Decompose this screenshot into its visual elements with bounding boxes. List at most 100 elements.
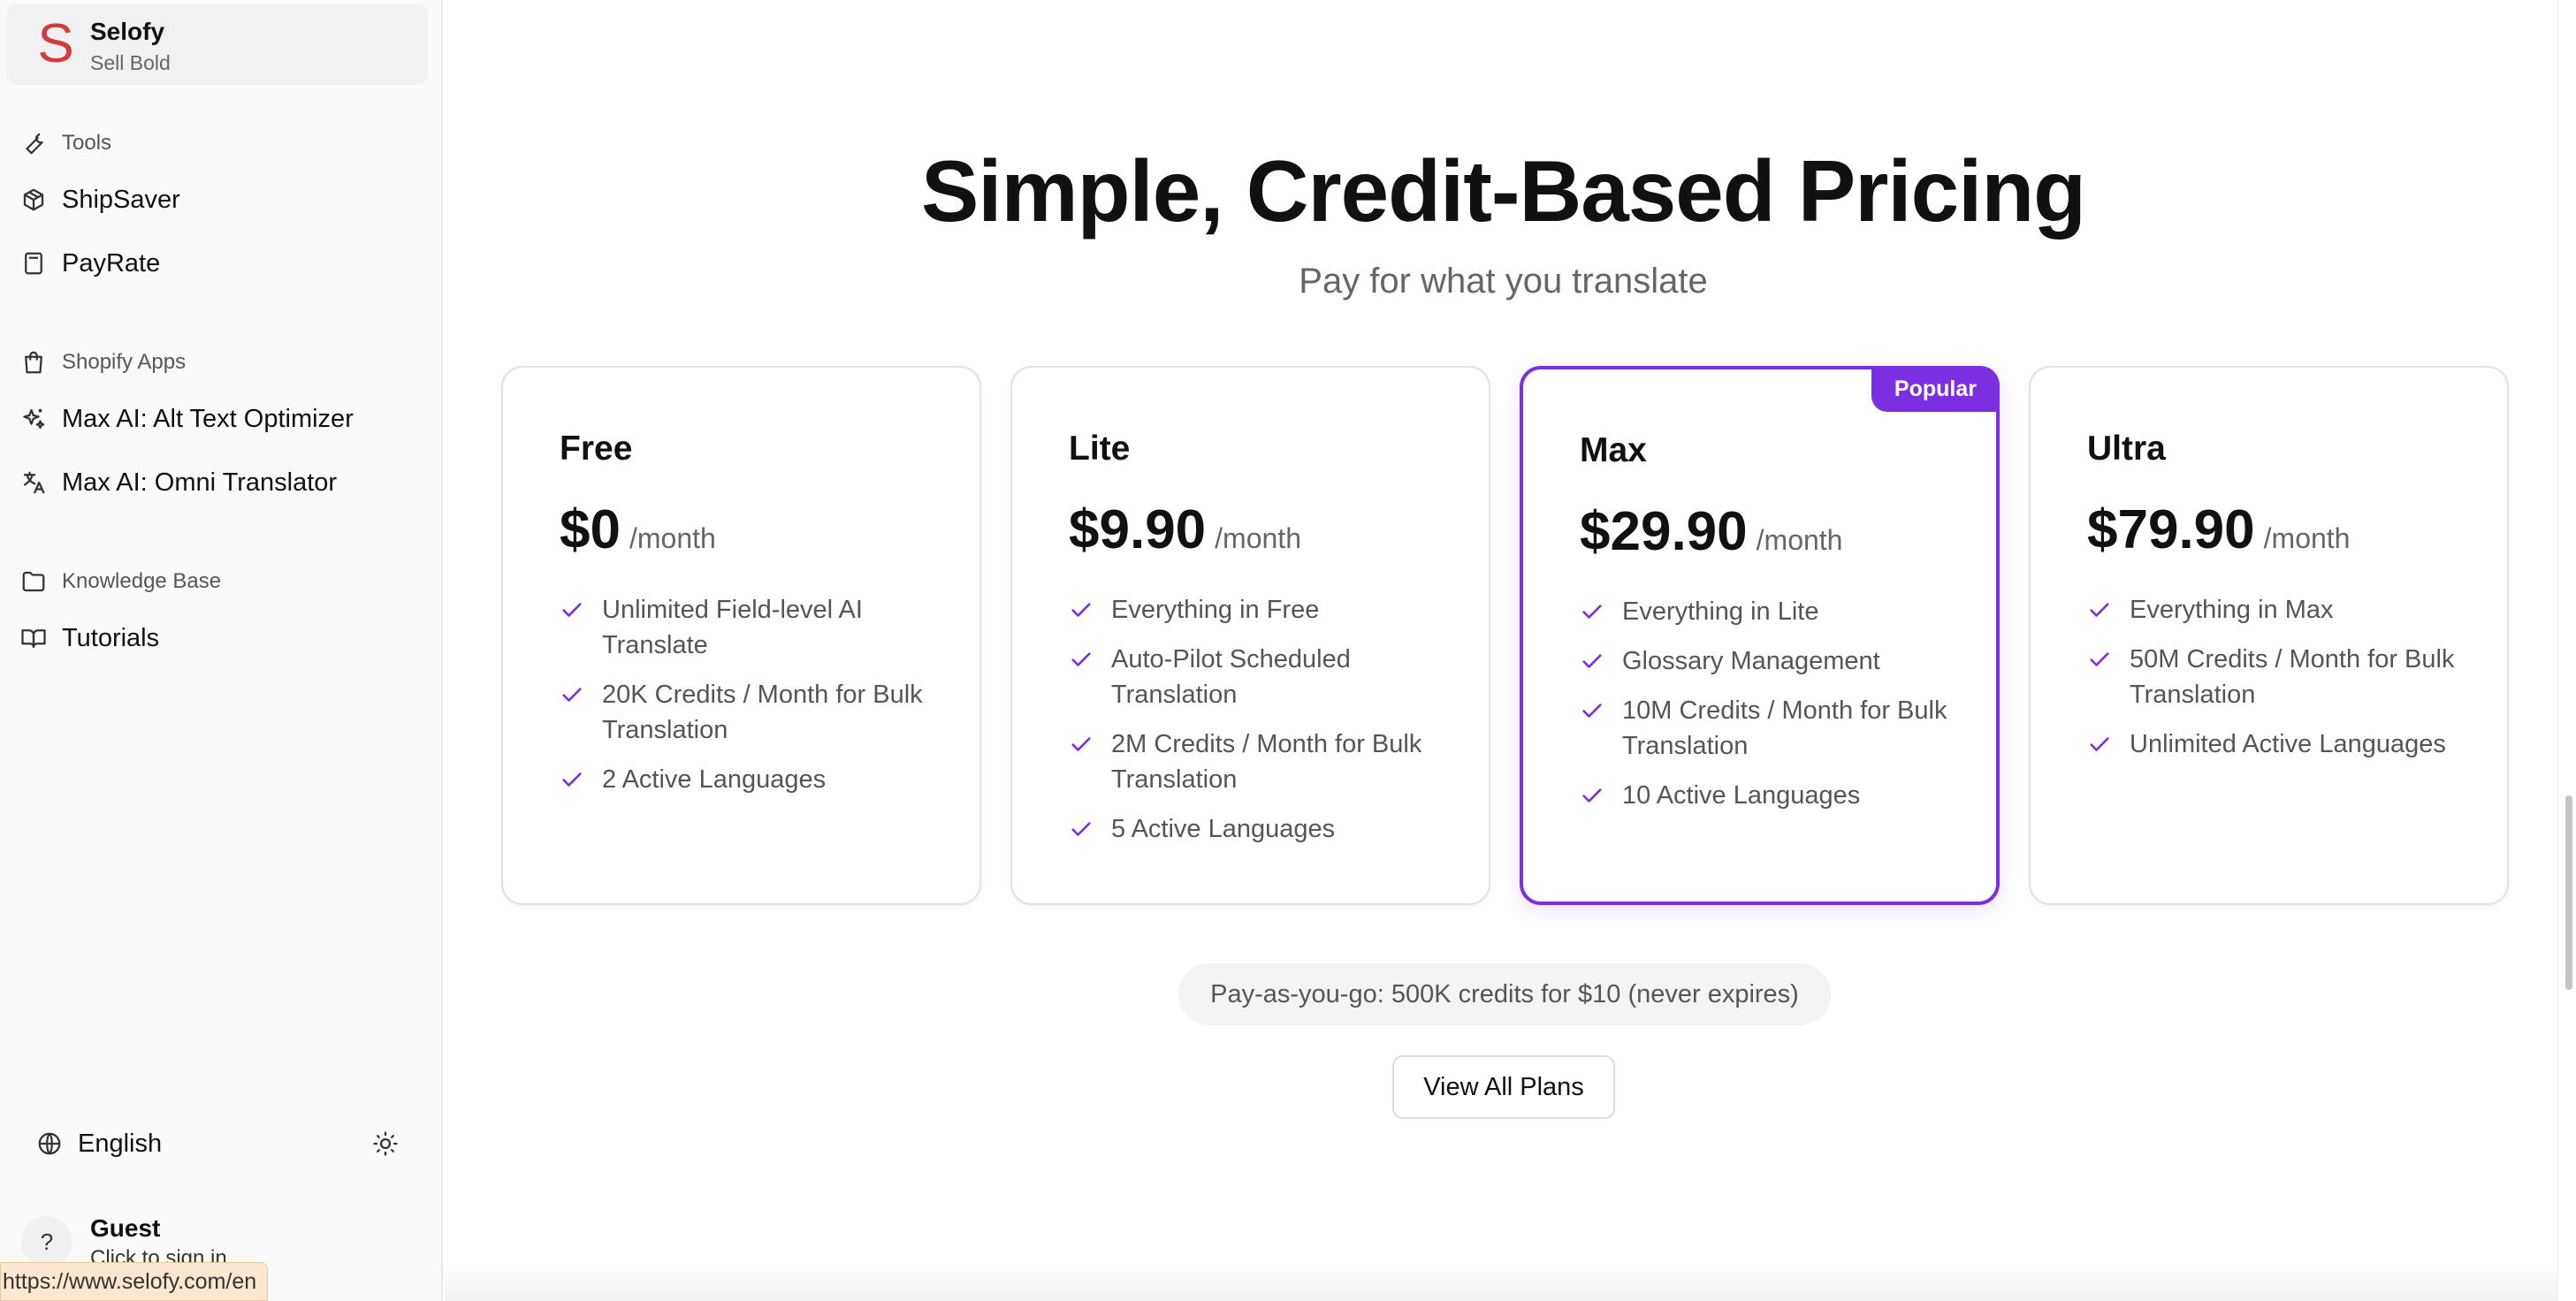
feature-text: Auto-Pilot Scheduled Translation: [1111, 645, 1351, 709]
plan-price: $0: [560, 499, 621, 560]
brand-tagline: Sell Bold: [90, 51, 171, 74]
feature-text: Unlimited Field-level AI Translate: [602, 596, 863, 659]
pay-as-you-go-note: Pay-as-you-go: 500K credits for $10 (nev…: [1178, 963, 1831, 1025]
feature-item: Everything in Max: [2087, 592, 2476, 628]
check-icon: [1580, 693, 1606, 728]
globe-icon: [35, 1130, 64, 1158]
feature-text: Everything in Max: [2130, 596, 2334, 624]
plan-price: $79.90: [2087, 499, 2255, 560]
feature-item: Unlimited Active Languages: [2087, 727, 2476, 762]
shopping-bag-icon: [19, 348, 48, 377]
plan-name: Ultra: [2087, 430, 2166, 468]
feature-text: Everything in Free: [1111, 596, 1320, 624]
brand-switcher[interactable]: S Selofy Sell Bold: [7, 4, 428, 85]
feature-item: Auto-Pilot Scheduled Translation: [1069, 642, 1458, 712]
check-icon: [1580, 778, 1606, 813]
feature-item: Glossary Management: [1580, 643, 1969, 679]
section-knowledge-base-label: Knowledge Base: [62, 569, 222, 593]
brand-logo: S: [37, 13, 74, 74]
feature-text: 2 Active Languages: [602, 765, 827, 794]
feature-text: Everything in Lite: [1622, 597, 1819, 626]
plan-name: Free: [560, 430, 633, 468]
popular-badge: Popular: [1871, 366, 2000, 412]
link-preview-status: https://www.selofy.com/en: [0, 1262, 269, 1301]
check-icon: [1069, 727, 1095, 762]
feature-item: 5 Active Languages: [1069, 811, 1458, 847]
feature-item: 2M Credits / Month for Bulk Translation: [1069, 727, 1458, 797]
feature-text: Glossary Management: [1622, 647, 1880, 675]
book-icon: [19, 624, 48, 652]
brand-name: Selofy: [90, 18, 165, 45]
plan-period: /month: [2263, 522, 2351, 554]
sidebar-item-payrate[interactable]: PayRate: [19, 242, 160, 285]
sun-icon: [371, 1130, 400, 1158]
feature-text: 2M Credits / Month for Bulk Translation: [1111, 730, 1422, 794]
theme-toggle-button[interactable]: [368, 1126, 403, 1161]
language-selector[interactable]: English: [35, 1124, 162, 1163]
calculator-icon: [19, 249, 48, 278]
plan-name: Lite: [1069, 430, 1131, 468]
feature-item: 50M Credits / Month for Bulk Translation: [2087, 642, 2476, 712]
feature-item: Unlimited Field-level AI Translate: [560, 592, 949, 663]
check-icon: [560, 762, 586, 797]
plan-price-row: $0 /month: [560, 498, 716, 561]
feature-item: 10 Active Languages: [1580, 778, 1969, 813]
sidebar-item-shipsaver[interactable]: ShipSaver: [19, 179, 180, 221]
feature-text: 50M Credits / Month for Bulk Translation: [2130, 645, 2455, 709]
plan-card-ultra[interactable]: Ultra $79.90 /month Everything in Max 50…: [2029, 366, 2509, 905]
sidebar-item-label: Max AI: Omni Translator: [62, 468, 338, 497]
bottom-shadow: [445, 1264, 2562, 1301]
check-icon: [2087, 592, 2114, 628]
scrollbar-thumb[interactable]: [2565, 795, 2572, 990]
section-tools: Tools: [19, 127, 111, 159]
check-icon: [1069, 811, 1095, 847]
feature-list: Everything in Free Auto-Pilot Scheduled …: [1069, 592, 1458, 861]
view-all-plans-button[interactable]: View All Plans: [1392, 1055, 1615, 1119]
section-shopify-apps: Shopify Apps: [19, 346, 186, 378]
scrollbar-track[interactable]: [2557, 0, 2576, 1301]
avatar[interactable]: ?: [21, 1216, 72, 1267]
check-icon: [560, 592, 586, 628]
plan-card-lite[interactable]: Lite $9.90 /month Everything in Free Aut…: [1010, 366, 1490, 905]
feature-text: 10 Active Languages: [1622, 781, 1861, 810]
plan-card-max[interactable]: Popular Max $29.90 /month Everything in …: [1520, 366, 2000, 905]
check-icon: [560, 677, 586, 712]
page-title: Simple, Credit-Based Pricing: [920, 142, 2086, 240]
section-tools-label: Tools: [62, 131, 112, 155]
plan-card-free[interactable]: Free $0 /month Unlimited Field-level AI …: [501, 366, 981, 905]
sidebar-item-label: PayRate: [62, 248, 161, 278]
sparkles-icon: [19, 405, 48, 433]
sidebar-item-tutorials[interactable]: Tutorials: [19, 617, 159, 659]
feature-item: Everything in Free: [1069, 592, 1458, 628]
feature-list: Unlimited Field-level AI Translate 20K C…: [560, 592, 949, 811]
plan-price-row: $29.90 /month: [1580, 500, 1842, 563]
check-icon: [1580, 594, 1606, 629]
wrench-icon: [19, 129, 48, 157]
feature-text: 10M Credits / Month for Bulk Translation: [1622, 696, 1947, 760]
page-subtitle: Pay for what you translate: [1299, 262, 1708, 301]
main-content: Simple, Credit-Based Pricing Pay for wha…: [445, 0, 2562, 1301]
sidebar-item-omni-translator[interactable]: Max AI: Omni Translator: [19, 461, 337, 504]
plan-period: /month: [1756, 524, 1843, 556]
sidebar-item-label: Max AI: Alt Text Optimizer: [62, 404, 354, 433]
feature-text: 20K Credits / Month for Bulk Translation: [602, 681, 923, 744]
sidebar-item-alt-text-optimizer[interactable]: Max AI: Alt Text Optimizer: [19, 398, 354, 440]
feature-item: Everything in Lite: [1580, 594, 1969, 629]
check-icon: [1580, 643, 1606, 679]
section-shopify-apps-label: Shopify Apps: [62, 350, 187, 374]
plan-price: $29.90: [1580, 501, 1748, 562]
plan-name: Max: [1580, 431, 1647, 469]
plan-period: /month: [629, 522, 716, 554]
folder-icon: [19, 567, 48, 596]
feature-text: 5 Active Languages: [1111, 815, 1336, 843]
plan-price-row: $9.90 /month: [1069, 498, 1301, 561]
plan-price-row: $79.90 /month: [2087, 498, 2350, 561]
feature-list: Everything in Lite Glossary Management 1…: [1580, 594, 1969, 827]
plan-period: /month: [1215, 522, 1301, 554]
package-icon: [19, 186, 48, 214]
check-icon: [2087, 727, 2114, 762]
check-icon: [2087, 642, 2114, 677]
check-icon: [1069, 642, 1095, 677]
user-name[interactable]: Guest: [90, 1214, 160, 1243]
feature-item: 20K Credits / Month for Bulk Translation: [560, 677, 949, 748]
